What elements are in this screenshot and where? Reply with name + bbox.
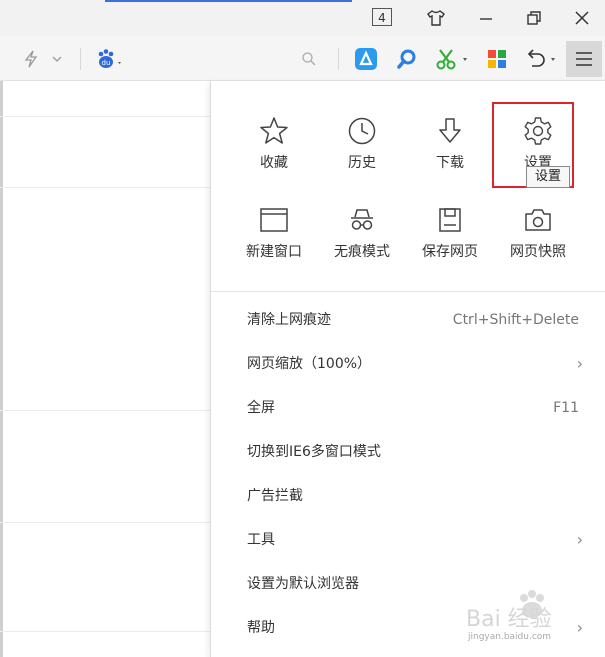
star-icon: [234, 114, 314, 148]
menu-item-label: 帮助: [247, 620, 275, 636]
menu-history-label: 历史: [348, 155, 376, 171]
save-icon: [410, 203, 490, 237]
menu-item-label: 切换到IE6多窗口模式: [247, 444, 381, 460]
close-button[interactable]: [570, 6, 594, 30]
menu-item-zoom[interactable]: 网页缩放（100%） ›: [247, 349, 587, 379]
watermark-url: jingyan.baidu.com: [468, 632, 552, 642]
clock-icon: [322, 114, 402, 148]
undo-icon[interactable]: [522, 47, 562, 71]
title-bar: 4: [0, 0, 605, 36]
page-divider: [0, 410, 210, 411]
page-divider: [0, 522, 210, 523]
incognito-icon: [322, 203, 402, 237]
menu-history[interactable]: 历史: [322, 114, 402, 172]
menu-save-page[interactable]: 保存网页: [410, 203, 490, 261]
new-window-icon: [234, 203, 314, 237]
menu-snapshot-label: 网页快照: [510, 244, 566, 260]
menu-item-label: 工具: [247, 532, 275, 548]
menu-item-ie6-mode[interactable]: 切换到IE6多窗口模式: [247, 437, 587, 467]
menu-item-label: 设置为默认浏览器: [247, 576, 359, 592]
menu-divider: [211, 291, 605, 292]
shortcut-text: Ctrl+Shift+Delete: [452, 312, 579, 328]
svg-text:du: du: [102, 59, 111, 67]
menu-item-ad-block[interactable]: 广告拦截: [247, 481, 587, 511]
settings-tooltip: 设置: [526, 166, 570, 188]
shortcut-text: F11: [553, 400, 579, 416]
menu-snapshot[interactable]: 网页快照: [498, 203, 578, 261]
camera-icon: [498, 203, 578, 237]
menu-item-label: 广告拦截: [247, 488, 303, 504]
hamburger-menu-button[interactable]: [566, 41, 602, 77]
menu-incognito-label: 无痕模式: [334, 244, 390, 260]
menu-item-label: 全屏: [247, 400, 275, 416]
active-tab-indicator: [105, 0, 352, 2]
scissors-icon[interactable]: [434, 47, 472, 71]
menu-download[interactable]: 下载: [410, 114, 490, 172]
tab-count-badge[interactable]: 4: [372, 8, 392, 26]
web-page-area: [0, 81, 210, 657]
chevron-right-icon: ›: [576, 354, 583, 373]
magnifier-icon[interactable]: [394, 47, 420, 71]
menu-item-clear-traces[interactable]: 清除上网痕迹 Ctrl+Shift+Delete: [247, 305, 587, 335]
menu-item-label: 网页缩放（100%）: [247, 356, 372, 372]
chevron-right-icon: ›: [576, 530, 583, 549]
lightning-icon[interactable]: [20, 48, 42, 70]
download-icon: [410, 114, 490, 148]
search-icon[interactable]: [298, 48, 320, 70]
page-divider: [0, 631, 210, 632]
page-divider: [0, 187, 210, 188]
menu-item-fullscreen[interactable]: 全屏 F11: [247, 393, 587, 423]
menu-new-window-label: 新建窗口: [246, 244, 302, 260]
menu-save-page-label: 保存网页: [422, 244, 478, 260]
cloud-drive-icon[interactable]: [353, 47, 379, 71]
menu-new-window[interactable]: 新建窗口: [234, 203, 314, 261]
menu-incognito[interactable]: 无痕模式: [322, 203, 402, 261]
menu-favorites[interactable]: 收藏: [234, 114, 314, 172]
menu-download-label: 下载: [436, 155, 464, 171]
skin-shirt-icon[interactable]: [424, 6, 448, 30]
chevron-down-icon[interactable]: [48, 48, 66, 70]
svg-text:Bai 经验: Bai 经验: [466, 607, 552, 632]
menu-item-tools[interactable]: 工具 ›: [247, 525, 587, 555]
baidu-paw-icon[interactable]: du: [93, 47, 125, 71]
restore-button[interactable]: [522, 6, 546, 30]
page-left-edge: [0, 81, 3, 657]
apps-grid-icon[interactable]: [485, 47, 509, 71]
menu-favorites-label: 收藏: [260, 155, 288, 171]
hamburger-icon: [576, 52, 592, 66]
minimize-button[interactable]: [474, 6, 498, 30]
page-divider: [0, 116, 210, 117]
menu-item-label: 清除上网痕迹: [247, 312, 331, 328]
